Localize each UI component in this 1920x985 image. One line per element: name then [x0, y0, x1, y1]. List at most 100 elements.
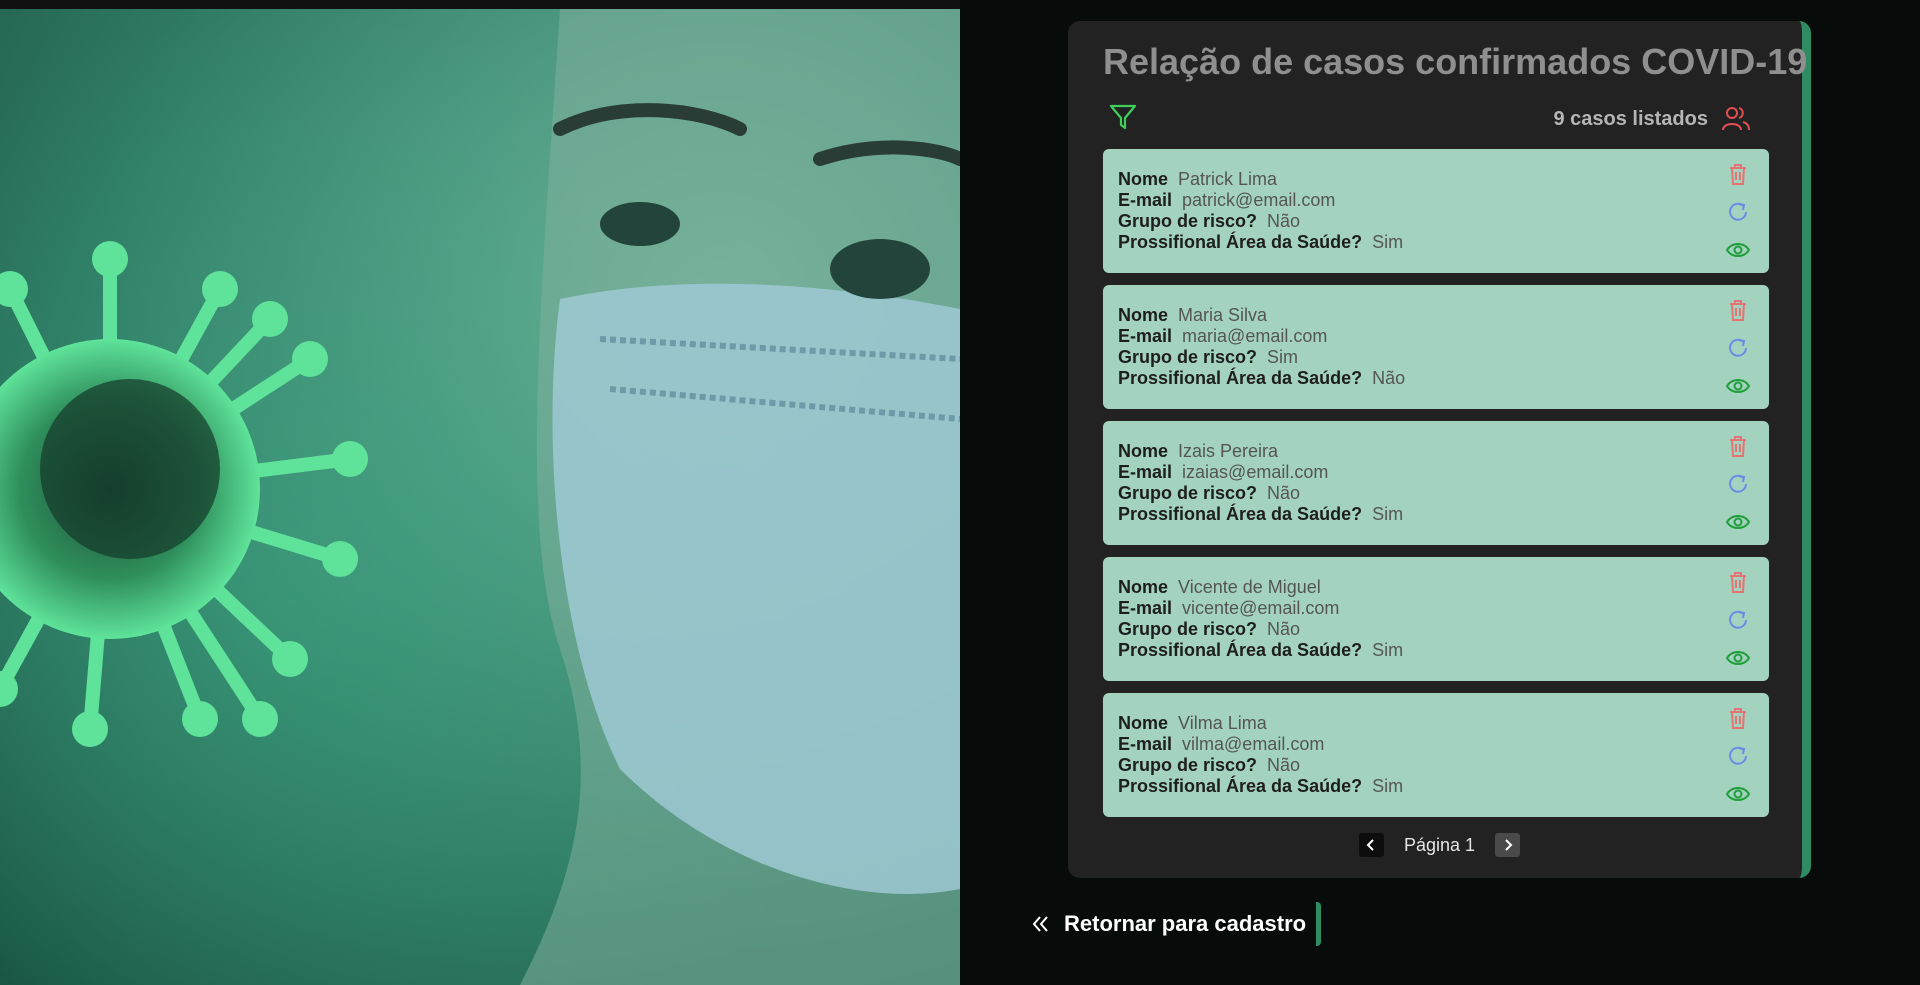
field-label: Prossifional Área da Saúde?	[1118, 504, 1363, 524]
card-actions	[1725, 433, 1751, 535]
case-email: vilma@email.com	[1182, 734, 1325, 754]
case-name: Maria Silva	[1178, 305, 1268, 325]
eye-icon[interactable]	[1725, 373, 1751, 399]
eye-icon[interactable]	[1725, 781, 1751, 807]
virus-illustration	[0, 9, 960, 985]
refresh-icon[interactable]	[1725, 607, 1751, 633]
case-card: Nome Patrick Lima E-mail patrick@email.com…	[1103, 149, 1769, 273]
case-count: 9 casos listados	[1553, 103, 1752, 135]
field-label: Prossifional Área da Saúde?	[1118, 368, 1363, 388]
card-actions	[1725, 705, 1751, 807]
case-list: Nome Patrick Lima E-mail patrick@email.com…	[1103, 149, 1769, 829]
page-title: Relação de casos confirmados COVID-19	[1103, 41, 1808, 82]
case-risk: Não	[1267, 619, 1301, 639]
field-label: Grupo de risco?	[1118, 619, 1258, 639]
card-actions	[1725, 161, 1751, 263]
case-card: Nome Izais Pereira E-mail izaias@email.com…	[1103, 421, 1769, 545]
field-label: Grupo de risco?	[1118, 483, 1258, 503]
case-risk: Não	[1267, 755, 1301, 775]
eye-icon[interactable]	[1725, 237, 1751, 263]
card-actions	[1725, 569, 1751, 671]
case-card: Nome Maria Silva E-mail maria@email.com Gr…	[1103, 285, 1769, 409]
name-row: Nome Patrick Lima	[1118, 169, 1769, 190]
cases-panel: Relação de casos confirmados COVID-19 9 …	[1068, 21, 1811, 878]
case-risk: Não	[1267, 483, 1301, 503]
field-label: Nome	[1118, 305, 1169, 325]
health-row: Prossifional Área da Saúde? Sim	[1118, 232, 1769, 253]
name-row: Nome Izais Pereira	[1118, 441, 1769, 462]
case-name: Patrick Lima	[1178, 169, 1278, 189]
users-icon-svg	[1722, 107, 1750, 131]
refresh-icon[interactable]	[1725, 335, 1751, 361]
card-actions	[1725, 297, 1751, 399]
trash-icon[interactable]	[1725, 705, 1751, 731]
back-to-register-link[interactable]: Retornar para cadastro	[1030, 902, 1322, 946]
trash-icon[interactable]	[1725, 433, 1751, 459]
case-name: Izais Pereira	[1178, 441, 1279, 461]
risk-row: Grupo de risco? Não	[1118, 211, 1769, 232]
field-label: Grupo de risco?	[1118, 347, 1258, 367]
field-label: E-mail	[1118, 598, 1173, 618]
case-risk: Sim	[1267, 347, 1299, 367]
field-label: Nome	[1118, 441, 1169, 461]
name-row: Nome Vilma Lima	[1118, 713, 1769, 734]
filter-icon[interactable]	[1107, 101, 1139, 133]
prev-page-button[interactable]	[1358, 833, 1384, 857]
hero-image	[0, 9, 960, 985]
trash-icon[interactable]	[1725, 161, 1751, 187]
eye-icon[interactable]	[1725, 509, 1751, 535]
health-row: Prossifional Área da Saúde? Sim	[1118, 504, 1769, 525]
field-label: Grupo de risco?	[1118, 211, 1258, 231]
trash-icon[interactable]	[1725, 569, 1751, 595]
risk-row: Grupo de risco? Não	[1118, 483, 1769, 504]
case-email: patrick@email.com	[1182, 190, 1336, 210]
risk-row: Grupo de risco? Não	[1118, 619, 1769, 640]
refresh-icon[interactable]	[1725, 471, 1751, 497]
field-label: Nome	[1118, 713, 1169, 733]
email-row: E-mail vilma@email.com	[1118, 734, 1769, 755]
email-row: E-mail izaias@email.com	[1118, 462, 1769, 483]
risk-row: Grupo de risco? Sim	[1118, 347, 1769, 368]
case-health: Sim	[1372, 640, 1404, 660]
case-count-label: 9 casos listados	[1553, 107, 1708, 130]
pagination: Página 1	[1068, 833, 1811, 857]
back-label: Retornar para cadastro	[1064, 911, 1307, 936]
page-label: Página 1	[1403, 834, 1476, 855]
filter-icon-svg	[1109, 104, 1137, 130]
health-row: Prossifional Área da Saúde? Sim	[1118, 776, 1769, 797]
next-page-button[interactable]	[1495, 833, 1521, 857]
email-row: E-mail vicente@email.com	[1118, 598, 1769, 619]
chevron-left-icon	[1367, 839, 1375, 851]
top-bar	[0, 0, 960, 9]
eye-icon[interactable]	[1725, 645, 1751, 671]
health-row: Prossifional Área da Saúde? Não	[1118, 368, 1769, 389]
users-icon	[1720, 103, 1752, 135]
health-row: Prossifional Área da Saúde? Sim	[1118, 640, 1769, 661]
double-chevron-left-icon	[1032, 916, 1048, 932]
case-email: maria@email.com	[1182, 326, 1328, 346]
field-label: Prossifional Área da Saúde?	[1118, 640, 1363, 660]
field-label: Prossifional Área da Saúde?	[1118, 776, 1363, 796]
case-name: Vicente de Miguel	[1178, 577, 1321, 597]
trash-icon[interactable]	[1725, 297, 1751, 323]
name-row: Nome Maria Silva	[1118, 305, 1769, 326]
case-health: Sim	[1372, 232, 1404, 252]
case-health: Sim	[1372, 776, 1404, 796]
chevron-right-icon	[1504, 839, 1512, 851]
case-card: Nome Vilma Lima E-mail vilma@email.com Gru…	[1103, 693, 1769, 817]
field-label: E-mail	[1118, 190, 1173, 210]
case-email: vicente@email.com	[1182, 598, 1340, 618]
refresh-icon[interactable]	[1725, 199, 1751, 225]
refresh-icon[interactable]	[1725, 743, 1751, 769]
field-label: Prossifional Área da Saúde?	[1118, 232, 1363, 252]
field-label: E-mail	[1118, 462, 1173, 482]
field-label: Grupo de risco?	[1118, 755, 1258, 775]
case-card: Nome Vicente de Miguel E-mail vicente@emai…	[1103, 557, 1769, 681]
field-label: E-mail	[1118, 326, 1173, 346]
risk-row: Grupo de risco? Não	[1118, 755, 1769, 776]
field-label: E-mail	[1118, 734, 1173, 754]
case-risk: Não	[1267, 211, 1301, 231]
case-health: Sim	[1372, 504, 1404, 524]
name-row: Nome Vicente de Miguel	[1118, 577, 1769, 598]
case-health: Não	[1372, 368, 1406, 388]
